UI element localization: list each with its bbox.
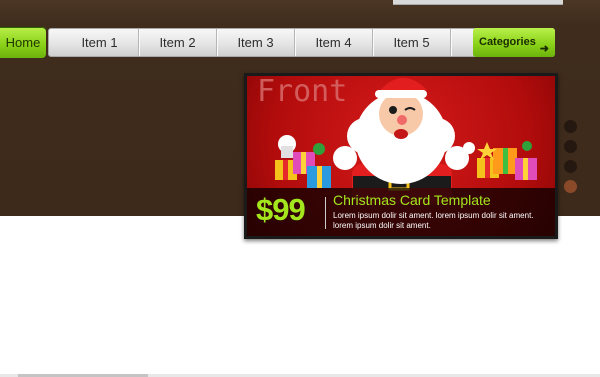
slide-image: Front $99 Christmas Card Template Lorem … bbox=[247, 76, 555, 236]
pager-dot-1[interactable] bbox=[564, 120, 577, 133]
pager-dot-4[interactable] bbox=[564, 180, 577, 193]
arrow-icon: ➜ bbox=[539, 43, 549, 55]
nav-item-2[interactable]: Item 2 bbox=[139, 29, 217, 56]
categories-dropdown[interactable]: Categories ➜ bbox=[473, 28, 555, 57]
pager-dot-2[interactable] bbox=[564, 140, 577, 153]
pager-dot-3[interactable] bbox=[564, 160, 577, 173]
caption-divider bbox=[325, 197, 326, 229]
slide-description: Lorem ipsum dolir sit ament. lorem ipsum… bbox=[333, 211, 534, 230]
categories-label: Categories bbox=[479, 36, 536, 48]
slide-title: Christmas Card Template bbox=[333, 192, 491, 208]
featured-slide[interactable]: Front $99 Christmas Card Template Lorem … bbox=[244, 73, 558, 239]
slide-caption: $99 Christmas Card Template Lorem ipsum … bbox=[247, 188, 555, 236]
nav-home-button[interactable]: Home bbox=[0, 27, 46, 58]
nav-item-5[interactable]: Item 5 bbox=[373, 29, 451, 56]
nav-item-1[interactable]: Item 1 bbox=[61, 29, 139, 56]
top-input-strip[interactable] bbox=[393, 0, 563, 5]
main-navigation: Home Item 1 Item 2 Item 3 Item 4 Item 5 … bbox=[0, 27, 600, 58]
slide-pager bbox=[564, 120, 578, 200]
nav-item-3[interactable]: Item 3 bbox=[217, 29, 295, 56]
slide-price: $99 bbox=[256, 192, 306, 227]
nav-item-4[interactable]: Item 4 bbox=[295, 29, 373, 56]
